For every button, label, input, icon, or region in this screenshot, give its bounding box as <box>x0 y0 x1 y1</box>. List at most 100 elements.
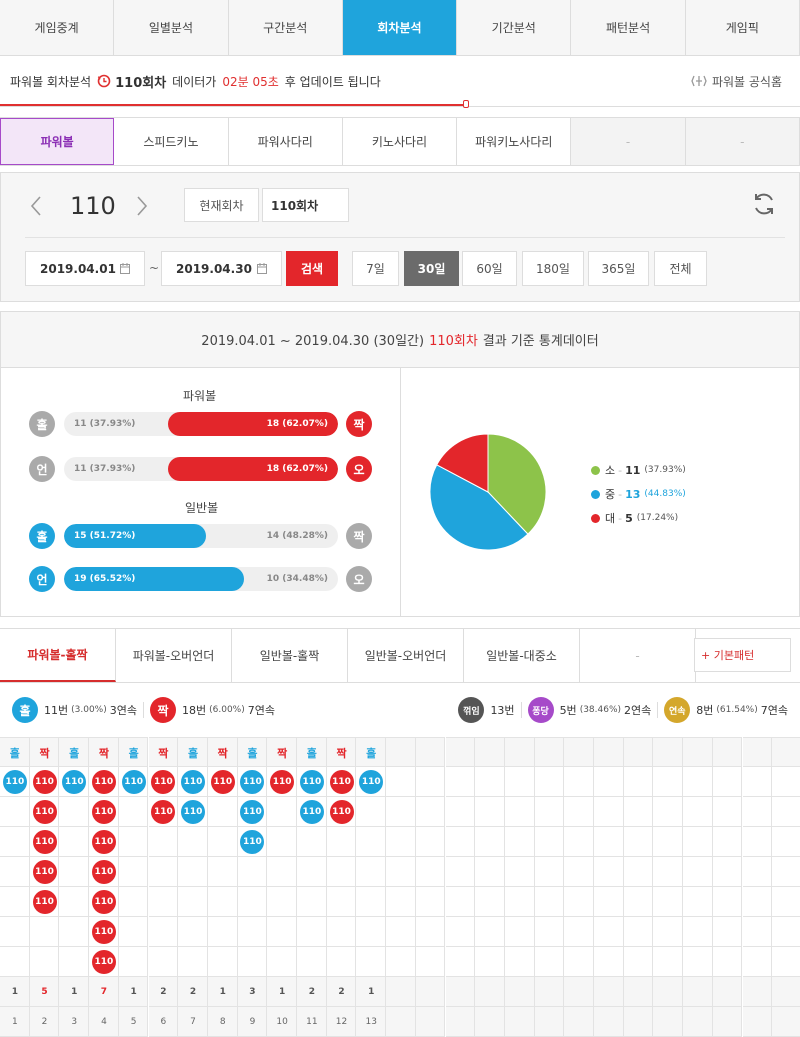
nav-tab[interactable]: 기간분석 <box>457 0 572 55</box>
legend-count: 11 <box>625 463 641 477</box>
grid-column-total: 1 <box>368 987 375 997</box>
grid-cell <box>683 827 713 857</box>
grid-cell <box>712 947 743 977</box>
main-nav: 게임중계 일별분석 구간분석 회차분석 기간분석 패턴분석 게임픽 <box>0 0 800 56</box>
summary-odd-streak: 3연속 <box>109 704 137 717</box>
nav-tab[interactable]: 패턴분석 <box>571 0 686 55</box>
home-link[interactable]: 파워볼 공식홈 <box>691 73 782 90</box>
grid-cell <box>742 947 773 977</box>
subnav-tab[interactable]: 파워키노사다리 <box>457 118 572 165</box>
period-button[interactable]: 7일 <box>352 251 399 286</box>
pattern-tab[interactable]: - <box>580 629 696 682</box>
grid-column-index: 3 <box>71 1017 78 1027</box>
period-button[interactable]: 60일 <box>462 251 517 286</box>
grid-cell <box>0 827 30 857</box>
subnav-tab[interactable]: 키노사다리 <box>342 118 458 165</box>
grid-cell <box>772 947 800 977</box>
info-mid: 데이터가 <box>172 74 217 89</box>
grid-cell <box>534 947 565 977</box>
grid-cell <box>564 827 594 857</box>
period-button[interactable]: 180일 <box>522 251 584 286</box>
stats-header: 2019.04.01 ~ 2019.04.30 (30일간) 110회차 결과 … <box>1 312 799 368</box>
period-button[interactable]: 30일 <box>404 251 459 286</box>
search-button[interactable]: 검색 <box>286 251 338 286</box>
pattern-tab[interactable]: 일반볼-오버언더 <box>348 629 464 682</box>
prev-round-icon[interactable] <box>29 195 43 220</box>
subnav-tab[interactable]: - <box>571 118 686 165</box>
grid-total-cell <box>386 977 416 1007</box>
pattern-tab[interactable]: 일반볼-대중소 <box>464 629 580 682</box>
nav-tab[interactable]: 구간분석 <box>229 0 343 55</box>
grid-header-cell <box>504 737 535 767</box>
period-button[interactable]: 전체 <box>654 251 707 286</box>
result-ball: 110 <box>181 800 206 824</box>
grid-cell <box>178 917 208 947</box>
date-to-input[interactable]: 2019.04.30 <box>161 251 282 286</box>
date-from-input[interactable]: 2019.04.01 <box>25 251 145 286</box>
subnav-tab[interactable]: - <box>685 118 800 165</box>
summary-even-streak: 7연속 <box>247 704 275 717</box>
calendar-icon <box>257 263 267 274</box>
grid-cell <box>386 917 416 947</box>
subnav-tab[interactable]: 스피드키노 <box>114 118 229 165</box>
grid-cell <box>712 917 743 947</box>
legend-count: 5 <box>625 511 633 525</box>
clock-icon <box>97 74 111 88</box>
grid-column-index: 4 <box>101 1017 107 1027</box>
result-ball: 110 <box>32 800 57 824</box>
grid-total-cell <box>564 977 594 1007</box>
grid-cell <box>712 767 743 797</box>
stat-right-icon: 오 <box>346 566 372 592</box>
grid-cell <box>683 857 713 887</box>
stat-left-icon: 언 <box>29 456 55 482</box>
grid-cell <box>623 797 654 827</box>
grid-column-head: 홀 <box>187 747 199 760</box>
grid-cell <box>326 857 357 887</box>
grid-cell <box>504 767 535 797</box>
result-ball: 110 <box>32 860 57 884</box>
refresh-icon[interactable] <box>751 191 777 220</box>
info-suffix: 후 업데이트 됩니다 <box>284 74 381 89</box>
info-bar: 파워볼 회차분석 110회차 데이터가 02분 05초 후 업데이트 됩니다 파… <box>0 56 800 107</box>
grid-cell <box>356 797 387 827</box>
stat-bar: 15 (51.72%) 14 (48.28%) <box>64 524 338 548</box>
grid-column-head: 홀 <box>366 747 377 760</box>
round-input[interactable]: 110회차 <box>262 188 349 222</box>
result-ball: 110 <box>32 770 57 794</box>
grid-cell <box>237 947 268 977</box>
grid-header-cell <box>386 737 416 767</box>
result-ball: 110 <box>299 800 324 824</box>
grid-cell <box>504 857 535 887</box>
period-button[interactable]: 365일 <box>588 251 649 286</box>
grid-total-cell <box>445 977 476 1007</box>
info-round: 110회차 <box>115 75 167 91</box>
stat-left-value: 15 (51.72%) <box>74 531 136 541</box>
subnav-tab[interactable]: 파워볼 <box>0 118 115 165</box>
grid-cell <box>445 767 476 797</box>
grid-cell <box>0 917 30 947</box>
pattern-tab[interactable]: 파워볼-오버언더 <box>116 629 232 682</box>
info-prefix: 파워볼 회차분석 <box>10 74 92 89</box>
pattern-summary: 홀 11번 (3.00%) 3연속 짝 18번 (6.00%) 7연속 꺾임 1… <box>0 683 800 737</box>
pattern-tab[interactable]: 파워볼-홀짝 <box>0 629 116 682</box>
grid-total-cell <box>742 977 773 1007</box>
pattern-tab[interactable]: 일반볼-홀짝 <box>232 629 348 682</box>
round-control-panel: 110 현재회차 110회차 2019.04.01 ~ 2019.04.30 검… <box>0 172 800 302</box>
nav-tab[interactable]: 일별분석 <box>114 0 229 55</box>
grid-cell <box>594 917 624 947</box>
nav-tab[interactable]: 회차분석 <box>342 0 458 55</box>
grid-cell <box>742 797 773 827</box>
grid-cell <box>207 917 238 947</box>
basic-pattern-button[interactable]: + 기본패턴 <box>694 638 791 672</box>
nav-tab[interactable]: 게임중계 <box>0 0 115 55</box>
legend-dash: - <box>618 511 623 525</box>
summary-pong-count: 5번 <box>559 704 577 717</box>
current-round-button[interactable]: 현재회차 <box>184 188 259 222</box>
nav-tab[interactable]: 게임픽 <box>686 0 800 55</box>
subnav-tab[interactable]: 파워사다리 <box>228 118 343 165</box>
pattern-tabs: 파워볼-홀짝 파워볼-오버언더 일반볼-홀짝 일반볼-오버언더 일반볼-대중소 - <box>0 628 800 683</box>
grid-index-cell <box>653 1007 684 1037</box>
next-round-icon[interactable] <box>135 195 149 220</box>
result-ball: 110 <box>91 920 116 944</box>
grid-cell <box>653 827 684 857</box>
